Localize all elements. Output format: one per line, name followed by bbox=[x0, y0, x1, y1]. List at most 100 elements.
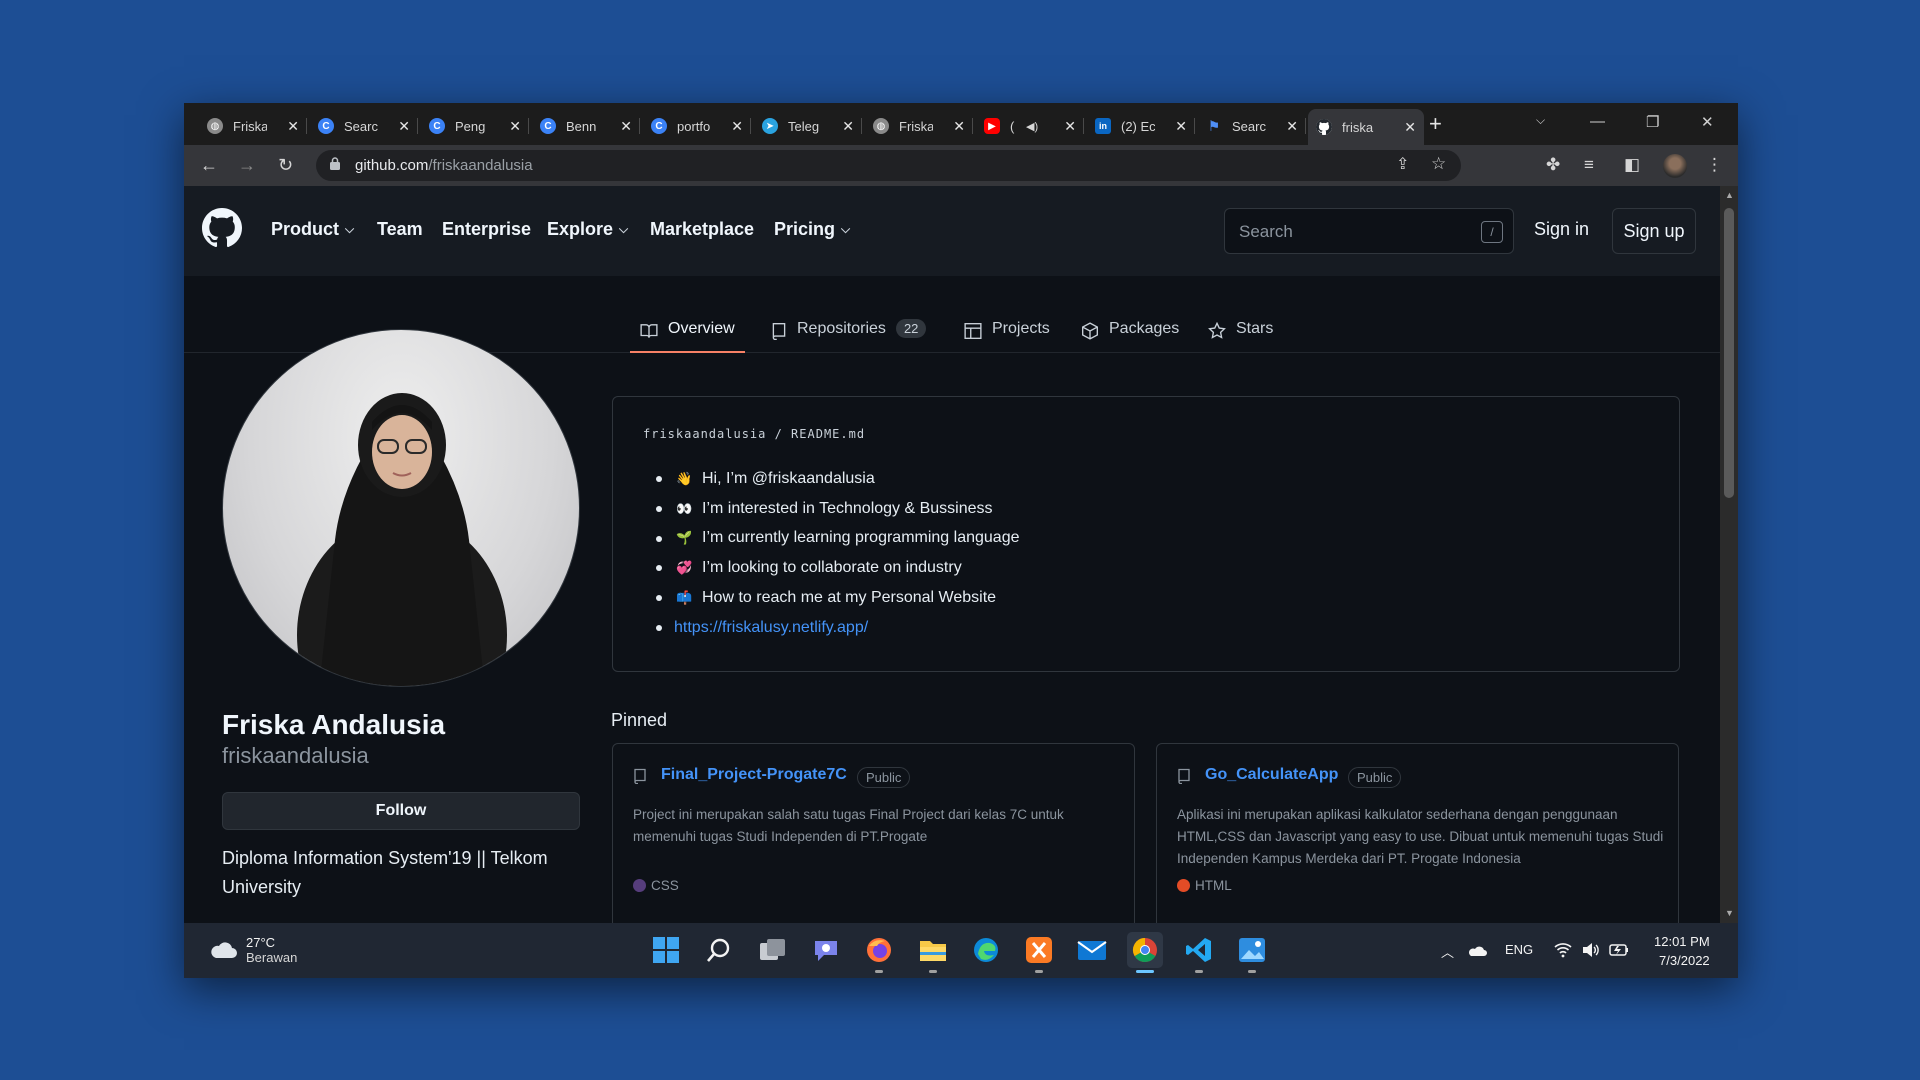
scrollbar-thumb[interactable] bbox=[1724, 208, 1734, 498]
browser-tab[interactable]: in (2) Ec ✕ bbox=[1087, 110, 1195, 142]
bookmark-star-icon[interactable]: ☆ bbox=[1431, 154, 1446, 174]
edge-button[interactable] bbox=[968, 932, 1004, 968]
sign-in-link[interactable]: Sign in bbox=[1534, 219, 1589, 240]
tab-overview[interactable]: Overview bbox=[630, 320, 745, 353]
share-icon[interactable]: ⇪ bbox=[1396, 155, 1409, 175]
task-view-button[interactable] bbox=[755, 932, 791, 968]
c-icon: C bbox=[429, 118, 445, 134]
file-explorer-button[interactable] bbox=[915, 932, 951, 973]
tab-title: portfo bbox=[677, 118, 711, 134]
profile-avatar-icon[interactable] bbox=[1663, 154, 1687, 178]
weather-widget[interactable]: 27°C Berawan bbox=[208, 935, 297, 965]
forward-icon[interactable]: → bbox=[238, 155, 256, 175]
browser-tab[interactable]: C portfo ✕ bbox=[643, 110, 751, 142]
close-icon[interactable]: ✕ bbox=[953, 118, 965, 135]
close-icon[interactable]: ✕ bbox=[1064, 118, 1076, 135]
close-window-button[interactable]: ✕ bbox=[1701, 113, 1714, 131]
side-panel-icon[interactable]: ◧ bbox=[1624, 155, 1640, 175]
close-icon[interactable]: ✕ bbox=[842, 118, 854, 135]
close-icon[interactable]: ✕ bbox=[398, 118, 410, 135]
github-logo-icon[interactable] bbox=[202, 208, 242, 248]
minimize-button[interactable]: — bbox=[1590, 113, 1605, 130]
close-icon[interactable]: ✕ bbox=[287, 118, 299, 135]
clock[interactable]: 12:01 PM 7/3/2022 bbox=[1654, 932, 1710, 970]
vscode-button[interactable] bbox=[1181, 932, 1217, 973]
close-icon[interactable]: ✕ bbox=[1175, 118, 1187, 135]
pinned-repo-card: Final_Project-Progate7C Public Project i… bbox=[612, 743, 1135, 923]
visibility-badge: Public bbox=[1348, 767, 1402, 788]
nav-enterprise[interactable]: Enterprise bbox=[442, 219, 531, 240]
speaker-icon[interactable]: ◀) bbox=[1026, 120, 1038, 133]
browser-tab[interactable]: C Peng ✕ bbox=[421, 110, 529, 142]
chrome-button[interactable] bbox=[1127, 932, 1163, 973]
close-icon[interactable]: ✕ bbox=[731, 118, 743, 135]
globe-icon: ◍ bbox=[873, 118, 889, 134]
vscode-icon bbox=[1186, 938, 1211, 962]
chevron-down-icon: ⌵ bbox=[619, 222, 629, 236]
scroll-up-icon[interactable]: ▲ bbox=[1725, 190, 1734, 200]
browser-tab[interactable]: ➤ Teleg ✕ bbox=[754, 110, 862, 142]
xampp-button[interactable] bbox=[1021, 932, 1057, 973]
search-button[interactable] bbox=[701, 932, 737, 968]
onedrive-cloud-icon[interactable] bbox=[1467, 945, 1487, 957]
browser-tab[interactable]: C Search ✕ bbox=[310, 110, 418, 142]
nav-explore[interactable]: Explore ⌵ bbox=[547, 219, 628, 240]
tab-search-icon[interactable]: ⌵ bbox=[1536, 113, 1545, 128]
search-input[interactable]: Search / bbox=[1224, 208, 1514, 254]
address-bar[interactable]: github.com/friskaandalusia ⇪ ☆ bbox=[316, 150, 1461, 181]
c-icon: C bbox=[318, 118, 334, 134]
page-scrollbar[interactable]: ▲ ▼ bbox=[1720, 186, 1738, 923]
volume-icon[interactable] bbox=[1582, 942, 1600, 958]
nav-pricing[interactable]: Pricing ⌵ bbox=[774, 219, 850, 240]
sign-up-button[interactable]: Sign up bbox=[1612, 208, 1696, 254]
github-icon bbox=[1316, 119, 1332, 135]
windows-taskbar: 27°C Berawan ︿ ENG 12:01 PM 7/3/2022 bbox=[184, 923, 1738, 978]
tab-packages[interactable]: Packages bbox=[1081, 320, 1179, 353]
input-language-indicator[interactable]: ENG bbox=[1505, 942, 1533, 957]
browser-tab[interactable]: ⚑ Search ✕ bbox=[1198, 110, 1306, 142]
nav-team[interactable]: Team bbox=[377, 219, 423, 240]
tab-strip: ◍ Friska ✕ C Search ✕ C Peng ✕ C Benn ✕ … bbox=[184, 103, 1738, 145]
url-text[interactable]: github.com/friskaandalusia bbox=[355, 157, 533, 174]
scroll-down-icon[interactable]: ▼ bbox=[1725, 908, 1734, 918]
repo-name-link[interactable]: Final_Project-Progate7C bbox=[661, 766, 847, 784]
new-tab-button[interactable]: + bbox=[1429, 113, 1442, 135]
firefox-button[interactable] bbox=[861, 932, 897, 973]
website-link[interactable]: https://friskalusy.netlify.app/ bbox=[674, 619, 868, 637]
cloud-icon bbox=[211, 942, 237, 958]
browser-tab[interactable]: C Benn ✕ bbox=[532, 110, 640, 142]
extensions-icon[interactable]: ✤ bbox=[1546, 155, 1560, 175]
media-control-icon[interactable]: ≡ bbox=[1584, 155, 1594, 175]
nav-product[interactable]: Product ⌵ bbox=[271, 219, 354, 240]
start-button[interactable] bbox=[648, 932, 684, 968]
follow-button[interactable]: Follow bbox=[222, 792, 580, 830]
tab-projects[interactable]: Projects bbox=[964, 320, 1050, 353]
close-icon[interactable]: ✕ bbox=[620, 118, 632, 135]
eyes-icon: 👀 bbox=[676, 500, 693, 516]
wifi-icon[interactable] bbox=[1554, 942, 1572, 958]
c-icon: C bbox=[651, 118, 667, 134]
restore-button[interactable]: ❐ bbox=[1646, 113, 1659, 131]
xampp-icon bbox=[1026, 937, 1052, 963]
tab-stars[interactable]: Stars bbox=[1208, 320, 1273, 353]
browser-tab[interactable]: ▶ ( ◀) ✕ bbox=[976, 110, 1084, 142]
reload-icon[interactable]: ↻ bbox=[278, 155, 293, 175]
photos-button[interactable] bbox=[1234, 932, 1270, 973]
browser-tab[interactable]: ◍ Friska ✕ bbox=[865, 110, 973, 142]
nav-marketplace[interactable]: Marketplace bbox=[650, 219, 754, 240]
tab-repositories[interactable]: Repositories 22 bbox=[771, 319, 927, 353]
browser-tab-active[interactable]: friska ✕ bbox=[1308, 109, 1424, 145]
repo-name-link[interactable]: Go_CalculateApp bbox=[1205, 766, 1338, 784]
back-icon[interactable]: ← bbox=[200, 155, 218, 175]
browser-tab[interactable]: ◍ Friska ✕ bbox=[199, 110, 307, 142]
battery-icon[interactable] bbox=[1609, 943, 1629, 957]
pinned-repo-card: Go_CalculateApp Public Aplikasi ini meru… bbox=[1156, 743, 1679, 923]
chat-button[interactable] bbox=[808, 932, 844, 968]
tab-title: Benn bbox=[566, 118, 597, 134]
close-icon[interactable]: ✕ bbox=[1286, 118, 1298, 135]
close-icon[interactable]: ✕ bbox=[1404, 119, 1416, 136]
mail-button[interactable] bbox=[1074, 932, 1110, 968]
menu-kebab-icon[interactable]: ⋮ bbox=[1706, 155, 1723, 175]
close-icon[interactable]: ✕ bbox=[509, 118, 521, 135]
chevron-up-icon[interactable]: ︿ bbox=[1441, 942, 1454, 961]
